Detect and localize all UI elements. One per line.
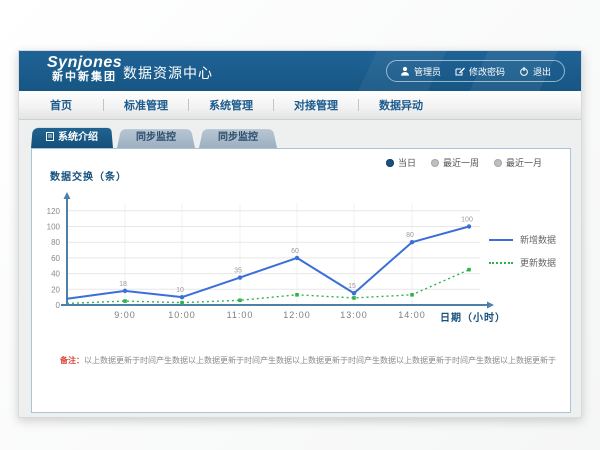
- screen: Synjones 新中新集团 数据资源中心 管理员 修改密码: [0, 0, 600, 450]
- svg-text:13:00: 13:00: [340, 310, 368, 320]
- svg-text:80: 80: [406, 232, 414, 239]
- svg-text:60: 60: [291, 248, 299, 255]
- chart-legend: 新增数据 更新数据: [489, 233, 556, 269]
- exchange-line-chart: 0 20 40 60 80 100 120 9:00 10:00 11:00 12:00 13:00 1…: [32, 149, 572, 414]
- solid-line-swatch-icon: [489, 239, 513, 241]
- brand-logo-subtext: 新中新集团: [47, 72, 122, 84]
- app-header: Synjones 新中新集团 数据资源中心 管理员 修改密码: [19, 51, 581, 91]
- svg-text:20: 20: [51, 285, 60, 294]
- svg-text:0: 0: [56, 301, 61, 310]
- svg-text:14:00: 14:00: [398, 310, 426, 320]
- legend-item-updated-data: 更新数据: [489, 256, 556, 269]
- current-user-label: 管理员: [414, 65, 441, 78]
- nav-item-system-mgmt[interactable]: 系统管理: [189, 97, 273, 113]
- svg-text:18: 18: [119, 281, 127, 288]
- page-title: 数据资源中心: [123, 63, 213, 83]
- edit-icon: [455, 66, 465, 76]
- main-nav: 首页 标准管理 系统管理 对接管理 数据异动: [19, 91, 581, 120]
- svg-text:100: 100: [461, 217, 473, 224]
- power-icon: [519, 66, 529, 77]
- svg-text:35: 35: [234, 268, 242, 275]
- current-user-button[interactable]: 管理员: [400, 65, 441, 78]
- user-toolbar: 管理员 修改密码 退出: [386, 60, 565, 82]
- legend-item-new-data: 新增数据: [489, 233, 556, 246]
- document-icon: [46, 132, 54, 141]
- nav-item-standard-mgmt[interactable]: 标准管理: [104, 97, 188, 113]
- svg-text:10: 10: [176, 287, 184, 294]
- footer-note: 备注：以上数据更新于时间产生数据以上数据更新于时间产生数据以上数据更新于时间产生…: [60, 355, 560, 366]
- svg-text:9:00: 9:00: [114, 310, 136, 320]
- svg-text:11:00: 11:00: [227, 310, 254, 320]
- brand-logo-text: Synjones: [47, 55, 122, 72]
- tab-bar: 系统介绍 同步监控 同步监控: [31, 127, 277, 148]
- svg-text:60: 60: [51, 254, 60, 263]
- nav-item-data-change[interactable]: 数据异动: [359, 97, 443, 113]
- logout-label: 退出: [533, 65, 551, 78]
- svg-text:80: 80: [51, 238, 60, 247]
- svg-text:10:00: 10:00: [168, 310, 196, 320]
- svg-text:15: 15: [348, 283, 356, 290]
- svg-text:日期（小时）: 日期（小时）: [440, 311, 506, 324]
- tab-sync-monitor-2[interactable]: 同步监控: [199, 127, 277, 148]
- tab-sync-monitor-1[interactable]: 同步监控: [117, 127, 195, 148]
- user-icon: [400, 66, 410, 76]
- change-password-button[interactable]: 修改密码: [455, 65, 505, 78]
- nav-item-home[interactable]: 首页: [19, 97, 103, 113]
- change-password-label: 修改密码: [469, 65, 505, 78]
- note-label: 备注：: [60, 356, 84, 365]
- dotted-line-swatch-icon: [489, 262, 513, 264]
- svg-text:100: 100: [47, 223, 61, 232]
- content-panel: 当日 最近一周 最近一月 数据交换（条） 0204060801001209:00…: [31, 148, 571, 413]
- tab-label: 系统介绍: [46, 132, 98, 143]
- legend-label: 更新数据: [520, 256, 556, 269]
- note-text: 以上数据更新于时间产生数据以上数据更新于时间产生数据以上数据更新于时间产生数据以…: [84, 356, 556, 365]
- tab-system-intro[interactable]: 系统介绍: [31, 127, 113, 148]
- tab-label: 同步监控: [136, 132, 176, 143]
- nav-item-docking-mgmt[interactable]: 对接管理: [274, 97, 358, 113]
- legend-label: 新增数据: [520, 233, 556, 246]
- tab-label: 同步监控: [218, 132, 258, 143]
- logout-button[interactable]: 退出: [519, 65, 551, 78]
- svg-text:12:00: 12:00: [283, 310, 311, 320]
- app-window: Synjones 新中新集团 数据资源中心 管理员 修改密码: [18, 50, 582, 418]
- brand-logo: Synjones 新中新集团: [47, 55, 122, 83]
- svg-text:40: 40: [51, 270, 60, 279]
- svg-text:120: 120: [47, 207, 61, 216]
